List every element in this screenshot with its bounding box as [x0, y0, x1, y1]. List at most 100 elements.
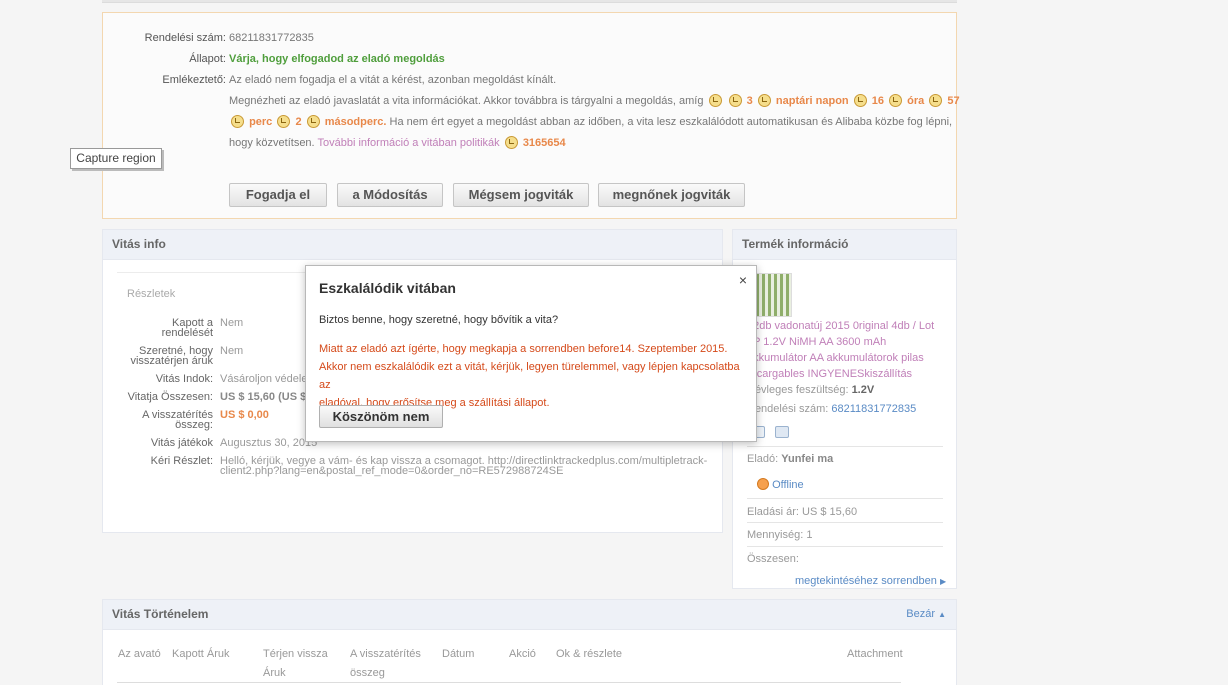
divider: [117, 682, 901, 683]
history-col-return: Térjen vissza Áruk: [263, 645, 328, 683]
divider: [747, 522, 943, 523]
history-col-reason: Ok & részlete: [556, 645, 622, 664]
escalate-dialog: Eszkalálódik vitában × Biztos benne, hog…: [305, 265, 757, 442]
reminder-row: Emlékeztető: Az eladó nem fogadja el a v…: [103, 72, 956, 88]
col-header: Attachment: [847, 648, 903, 660]
product-info-panel: Termék információ 12db vadonatúj 2015 0r…: [732, 229, 957, 589]
info-value: Vásároljon védeler: [220, 373, 312, 385]
info-label: Vitás játékok: [150, 437, 213, 449]
product-name-line[interactable]: 3P 1.2V NiMH AA 3600 mAh: [747, 335, 886, 349]
timer-days: 3: [746, 95, 753, 107]
reminder-line3: perc 2 másodperc. Ha nem ért egyet a meg…: [103, 114, 956, 130]
clock-icon: [757, 94, 771, 107]
history-col-refund: A visszatérítés összeg: [350, 645, 421, 683]
history-col-action: Akció: [509, 645, 536, 664]
col-header: Ok & részlete: [556, 648, 623, 660]
history-col-initiator: Az avató: [118, 645, 161, 664]
info-value: US $ 15,60 (US $: [220, 391, 307, 403]
divider: [747, 498, 943, 499]
col-header: Dátum: [442, 648, 475, 660]
info-label: rendelését: [161, 327, 213, 339]
product-thumbnail[interactable]: [755, 273, 792, 317]
info-value: Nem: [220, 317, 244, 329]
col-header: A visszatérítés: [350, 648, 421, 660]
info-value: Nem: [220, 345, 244, 357]
info-value: Augusztus 30, 2015: [220, 437, 318, 449]
increase-dispute-button[interactable]: megnőnek jogviták: [598, 183, 745, 207]
order-status-row: Állapot: Várja, hogy elfogadod az eladó …: [103, 51, 956, 67]
seller-name: Yunfei ma: [781, 453, 834, 465]
order-number-row: Rendelési szám: 68211831772835: [103, 30, 956, 46]
order-number-value: 68211831772835: [229, 32, 314, 44]
total-label: Összesen:: [747, 553, 799, 565]
clock-icon: [853, 94, 867, 107]
timer-seconds: 2: [295, 116, 302, 128]
policy-link[interactable]: További információ a vitában politikák: [317, 137, 499, 149]
top-strip: [102, 0, 957, 3]
reminder-line3-text: Ha nem ért egyet a megoldást abban az id…: [389, 116, 953, 128]
details-label: Részletek: [127, 288, 176, 300]
chat-status-icon[interactable]: [757, 478, 769, 490]
seller-label: Eladó:: [747, 453, 779, 465]
reminder-line2: Megnézheti az eladó javaslatát a vita in…: [103, 93, 960, 109]
history-title-text: Vitás Történelem: [112, 607, 209, 621]
timer-seconds-unit: másodperc.: [324, 116, 387, 128]
col-header: összeg: [350, 667, 385, 679]
product-name-line[interactable]: akkumulátor AA akkumulátorok pilas: [747, 351, 924, 365]
collapse-link[interactable]: Bezár ▲: [906, 600, 946, 629]
capture-region-tooltip: Capture region: [70, 148, 162, 169]
clock-icon: [504, 136, 518, 149]
info-label: Kéri Részlet:: [150, 455, 213, 467]
history-col-attachment: Attachment: [847, 645, 903, 664]
col-header: Akció: [509, 648, 536, 660]
dialog-question: Biztos benne, hogy szeretné, hogy bővíti…: [319, 314, 559, 326]
dispute-history-panel: Vitás Történelem Bezár ▲ Az avató Kapott…: [102, 599, 957, 685]
view-order-link-label: megtekintéséhez sorrendben: [795, 575, 937, 587]
order-number-label: Rendelési szám:: [144, 32, 226, 44]
col-header: Az avató: [118, 648, 161, 660]
history-col-date: Dátum: [442, 645, 474, 664]
product-name-line[interactable]: 12db vadonatúj 2015 0riginal 4db / Lot: [747, 319, 934, 333]
accept-button[interactable]: Fogadja el: [229, 183, 327, 207]
clock-icon: [728, 94, 742, 107]
clock-icon: [277, 115, 291, 128]
clock-icon: [889, 94, 903, 107]
timer-hours: 16: [871, 95, 885, 107]
product-name-line[interactable]: recargables INGYENESkiszállítás: [747, 367, 912, 381]
online-status-link[interactable]: Offline: [772, 479, 804, 491]
no-thanks-button[interactable]: Köszönöm nem: [319, 405, 443, 428]
voltage-label: Névleges feszültség:: [747, 384, 849, 396]
quantity-value: 1: [806, 529, 813, 541]
order-number-label: Rendelési szám:: [747, 403, 829, 415]
order-status-box: Rendelési szám: 68211831772835 Állapot: …: [102, 12, 960, 219]
photo-icon[interactable]: [775, 426, 789, 438]
info-label: Vitatja Összesen:: [127, 391, 213, 403]
cancel-dispute-button[interactable]: Mégsem jogviták: [453, 183, 589, 207]
dialog-warning: Miatt az eladó azt ígérte, hogy megkapja…: [319, 340, 744, 412]
chevron-right-icon: ▶: [939, 577, 947, 586]
order-status-value: Várja, hogy elfogadod az eladó megoldás: [229, 53, 445, 65]
history-title: Vitás Történelem Bezár ▲: [103, 600, 956, 630]
product-info-title: Termék információ: [733, 230, 956, 260]
dialog-title: Eszkalálódik vitában: [319, 280, 456, 296]
divider: [747, 546, 943, 547]
close-icon[interactable]: ×: [739, 272, 747, 288]
quantity-label: Mennyiség:: [747, 529, 804, 541]
clock-icon: [929, 94, 943, 107]
divider: [747, 446, 943, 447]
timer-days-unit: naptári napon: [775, 95, 849, 107]
timer-minutes-unit: perc: [249, 116, 273, 128]
order-status-label: Állapot:: [189, 53, 226, 65]
modify-button[interactable]: a Módosítás: [337, 183, 443, 207]
info-label: visszatérjen áruk: [130, 355, 213, 367]
dispute-info-title: Vitás info: [103, 230, 722, 260]
info-label: összeg:: [175, 419, 213, 431]
timer-minutes: 57: [947, 95, 960, 107]
view-order-link[interactable]: megtekintéséhez sorrendben ▶: [795, 574, 946, 589]
order-number-link[interactable]: 68211831772835: [831, 403, 916, 415]
reminder-label: Emlékeztető:: [162, 74, 226, 86]
col-header: Áruk: [263, 667, 286, 679]
voltage-value: 1.2V: [851, 384, 875, 396]
policy-number: 3165654: [522, 137, 566, 149]
collapse-link-label: Bezár: [906, 608, 936, 620]
